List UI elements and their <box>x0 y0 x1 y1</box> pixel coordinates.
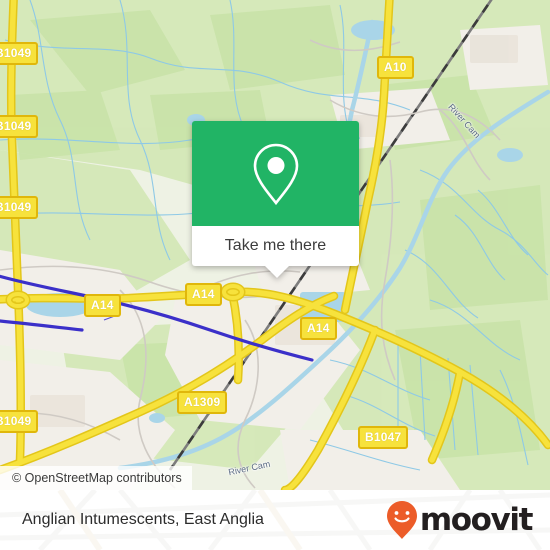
popup-header <box>192 121 359 226</box>
map-pin-icon <box>253 143 298 205</box>
road-shield-a14-east: A14 <box>300 317 337 340</box>
road-shield-a10: A10 <box>377 56 414 79</box>
road-shield-b1049-south: B1049 <box>0 196 39 219</box>
popup-tail <box>264 265 290 278</box>
road-shield-a14-west: A14 <box>84 294 121 317</box>
moovit-logo[interactable]: moovit <box>385 500 534 540</box>
osm-attribution[interactable]: © OpenStreetMap contributors <box>0 466 192 490</box>
map-screenshot: B1049 B1049 B1049 A10 A14 A14 A14 A1309 B1047 B10… <box>0 0 550 550</box>
map-canvas[interactable]: B1049 B1049 B1049 A10 A14 A14 A14 A1309 B1047 B10… <box>0 0 550 490</box>
popup-footer[interactable]: Take me there <box>192 226 359 266</box>
osm-attribution-text: © OpenStreetMap contributors <box>12 471 182 485</box>
road-shield-b1049-mid: B1049 <box>0 115 39 138</box>
take-me-there-label: Take me there <box>224 237 327 254</box>
moovit-wordmark: moovit <box>419 501 534 538</box>
moovit-smiley-pin-icon <box>386 501 417 539</box>
road-shield-b1049-bottom: B1049 <box>0 410 39 433</box>
location-popup[interactable]: Take me there <box>192 121 359 278</box>
place-title: Anglian Intumescents, East Anglia <box>22 511 264 528</box>
road-shield-b1049-north: B1049 <box>0 42 39 65</box>
road-shield-b1047: B1047 <box>358 426 409 449</box>
footer-bar: Anglian Intumescents, East Anglia moovit <box>0 490 550 550</box>
road-shield-a1309: A1309 <box>177 391 228 414</box>
road-shield-a14-mid: A14 <box>185 283 222 306</box>
